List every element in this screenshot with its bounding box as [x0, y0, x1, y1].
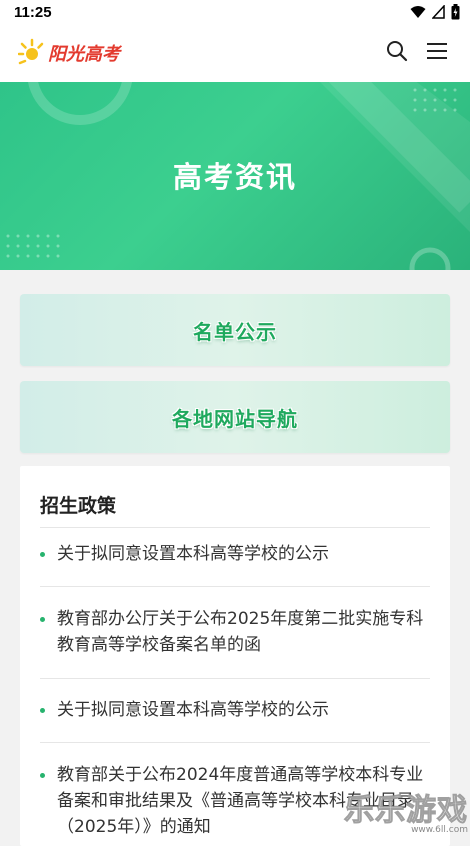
list-item-text: 关于拟同意设置本科高等学校的公示 — [57, 700, 329, 720]
app-header: 阳光高考 — [0, 26, 470, 83]
name-list-button[interactable]: 名单公示 — [20, 294, 450, 366]
search-icon[interactable] — [386, 40, 408, 62]
list-item[interactable]: 教育部办公厅关于公布2025年度第二批实施专科教育高等学校备案名单的函 — [40, 606, 430, 658]
divider — [40, 586, 430, 587]
list-item-text: 教育部办公厅关于公布2025年度第二批实施专科教育高等学校备案名单的函 — [57, 609, 424, 655]
bullet-icon — [40, 708, 45, 713]
policy-heading: 招生政策 — [40, 495, 117, 517]
regional-sites-button[interactable]: 各地网站导航 — [20, 381, 450, 453]
signal-icon — [432, 5, 445, 19]
watermark-text: 乐乐游戏 — [344, 793, 468, 828]
list-item[interactable]: 关于拟同意设置本科高等学校的公示 — [40, 541, 430, 567]
regional-sites-label: 各地网站导航 — [172, 406, 298, 431]
bullet-icon — [40, 552, 45, 557]
watermark: 乐乐游戏 www.6ll.com — [344, 793, 469, 835]
page-title: 高考资讯 — [172, 160, 297, 194]
name-list-label: 名单公示 — [193, 319, 277, 344]
logo[interactable]: 阳光高考 — [18, 38, 120, 68]
bullet-icon — [40, 773, 45, 778]
policy-panel: 招生政策 关于拟同意设置本科高等学校的公示 教育部办公厅关于公布2025年度第二… — [20, 466, 450, 846]
status-time: 11:25 — [14, 4, 52, 21]
sun-logo-icon — [18, 38, 44, 65]
hero-banner: 高考资讯 — [0, 82, 470, 270]
divider — [40, 527, 430, 528]
divider — [40, 742, 430, 743]
divider — [40, 678, 430, 679]
list-item-text: 关于拟同意设置本科高等学校的公示 — [57, 544, 329, 564]
status-icons — [410, 4, 460, 20]
menu-icon[interactable] — [426, 42, 448, 60]
wifi-icon — [410, 6, 426, 18]
list-item[interactable]: 关于拟同意设置本科高等学校的公示 — [40, 697, 430, 723]
status-bar: 11:25 — [0, 0, 470, 26]
battery-icon — [451, 4, 460, 20]
logo-text: 阳光高考 — [48, 44, 120, 65]
bullet-icon — [40, 617, 45, 622]
